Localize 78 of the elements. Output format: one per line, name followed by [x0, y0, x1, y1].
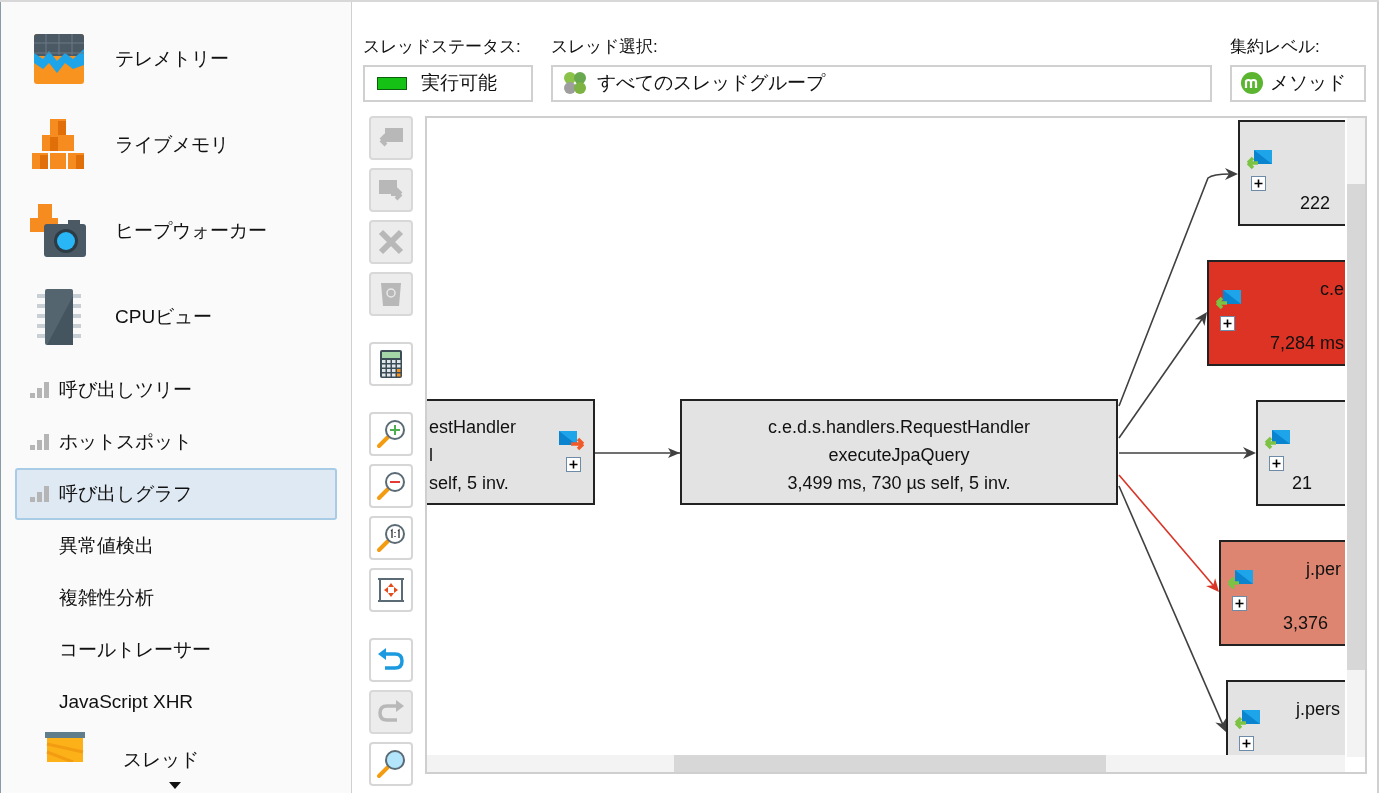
field-label: 集約レベル: — [1230, 36, 1321, 58]
expand-icon[interactable] — [1219, 315, 1235, 331]
undo-icon — [377, 647, 405, 672]
expand-icon[interactable] — [1268, 455, 1284, 471]
field-label: スレッドステータス: — [363, 36, 522, 58]
node-text: 21 — [1292, 471, 1313, 495]
node-text: j.per — [1306, 557, 1341, 581]
node-text: 3,499 ms, 730 µs self, 5 inv. — [787, 471, 1011, 495]
toolbar-button[interactable] — [369, 515, 413, 560]
sidebar-item[interactable]: ライブメモリ — [15, 102, 337, 188]
graph-node[interactable]: estHandler l self, 5 inv. — [427, 398, 595, 505]
node-text: l — [429, 443, 433, 467]
redo-icon — [377, 699, 405, 724]
expand-icon[interactable] — [1238, 735, 1254, 751]
vertical-scrollbar[interactable] — [1347, 117, 1365, 757]
actual-size-icon — [376, 522, 406, 553]
close-icon — [378, 228, 404, 255]
bars-icon — [29, 433, 49, 451]
trash-icon — [380, 280, 402, 307]
zoom-out-icon — [376, 470, 406, 501]
sidebar-item[interactable]: ヒープウォーカー — [15, 188, 337, 274]
bars-icon — [29, 485, 49, 503]
aggregation-level-dropdown[interactable]: メソッド — [1230, 64, 1366, 102]
sidebar-item[interactable]: CPUビュー — [15, 274, 337, 360]
graph-node[interactable]: j.pers — [1226, 679, 1345, 757]
method-icon — [1240, 71, 1264, 95]
graph-node[interactable]: j.per 3,376 — [1219, 539, 1345, 646]
horizontal-scrollbar[interactable] — [427, 754, 1345, 772]
bars-icon — [29, 381, 49, 399]
thread-selection-dropdown[interactable]: すべてのスレッドグループ — [551, 64, 1212, 102]
incoming-call-icon — [1232, 707, 1260, 730]
sidebar-item[interactable]: 呼び出しグラフ — [15, 468, 337, 520]
sidebar-item[interactable]: ホットスポット — [15, 416, 337, 468]
chip-icon — [35, 288, 83, 346]
incoming-call-icon — [1213, 287, 1241, 310]
camera-icon — [30, 204, 88, 258]
sidebar-item[interactable]: テレメトリー — [15, 16, 337, 102]
status-swatch-icon — [377, 76, 407, 90]
incoming-call-icon — [1262, 427, 1290, 450]
calculator-icon — [380, 349, 402, 378]
node-text: executeJpaQuery — [828, 443, 970, 467]
sidebar-item[interactable]: 複雑性分析 — [15, 572, 337, 624]
incoming-call-icon — [1225, 567, 1253, 590]
chart-icon — [33, 33, 85, 85]
toolbar-button[interactable] — [369, 341, 413, 386]
sidebar-item[interactable]: 呼び出しツリー — [15, 364, 337, 416]
forward-icon — [377, 177, 405, 202]
sidebar-item[interactable]: JavaScript XHR — [15, 676, 337, 728]
toolbar-button[interactable] — [369, 741, 413, 786]
thread-group-icon — [563, 71, 587, 95]
node-text: 222 — [1300, 191, 1331, 215]
expand-icon[interactable] — [1231, 595, 1247, 611]
node-text: self, 5 inv. — [429, 471, 509, 495]
node-text: 3,376 — [1283, 611, 1329, 635]
incoming-call-icon — [1244, 147, 1272, 170]
graph-node[interactable]: 222 — [1238, 119, 1345, 226]
toolbar-button[interactable] — [369, 463, 413, 508]
expand-icon[interactable] — [565, 456, 581, 472]
graph-node[interactable]: 21 — [1256, 399, 1345, 506]
node-text: 7,284 ms — [1270, 331, 1345, 355]
toolbar-button[interactable] — [369, 567, 413, 612]
expand-icon[interactable] — [1250, 175, 1266, 191]
sidebar-item[interactable]: 異常値検出 — [15, 520, 337, 572]
thread-status-dropdown[interactable]: 実行可能 — [363, 64, 533, 102]
scroll-down-icon — [169, 782, 181, 789]
graph-node[interactable]: c.e 7,284 ms — [1207, 259, 1345, 366]
node-text: c.e — [1320, 277, 1344, 301]
outgoing-call-icon — [559, 428, 587, 451]
node-text: c.e.d.s.handlers.RequestHandler — [767, 415, 1031, 439]
search-icon — [376, 748, 406, 779]
zoom-in-icon — [376, 418, 406, 449]
field-label: スレッド選択: — [551, 36, 659, 58]
node-text: j.pers — [1296, 697, 1340, 721]
sidebar-item[interactable]: スレッド — [15, 728, 337, 774]
toolbar-button[interactable] — [369, 411, 413, 456]
sidebar-item[interactable]: コールトレーサー — [15, 624, 337, 676]
graph-node[interactable]: c.e.d.s.handlers.RequestHandler executeJpaQuery 3,499 ms, 730 µs self, 5 inv. — [680, 398, 1118, 505]
node-text: estHandler — [429, 415, 517, 439]
